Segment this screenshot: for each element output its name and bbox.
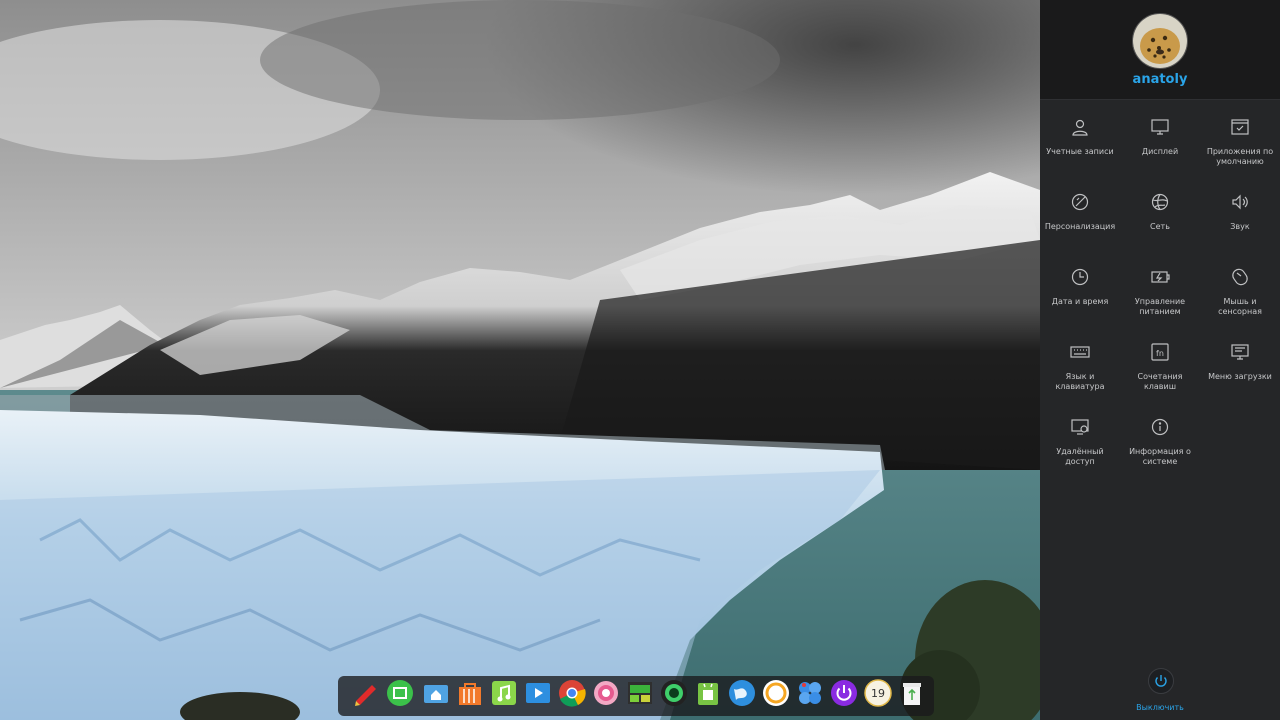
battery-icon [1150,267,1170,287]
shop-icon[interactable] [456,679,484,707]
calendar-day-text: 19 [871,687,885,700]
settings-item-sound[interactable]: Звук [1200,188,1280,263]
settings-item-label: Меню загрузки [1208,372,1272,381]
launcher-icon[interactable] [352,679,380,707]
settings-item-label: Мышь и сенсорная [1218,297,1262,316]
settings-item-label: Сеть [1150,222,1170,231]
avatar[interactable] [1132,13,1188,69]
calendar-icon[interactable]: 19 [864,679,892,707]
settings-item-boot-menu[interactable]: Меню загрузки [1200,338,1280,413]
fn-key-icon: fn [1150,342,1170,362]
power-icon [1155,675,1167,687]
settings-item-label: Сочетания клавиш [1137,372,1183,391]
settings-flower-icon[interactable] [592,679,620,707]
user-icon [1070,117,1090,137]
boot-menu-icon [1230,342,1250,362]
settings-item-label: Персонализация [1044,222,1116,231]
settings-item-label: Учетные записи [1046,147,1114,156]
username[interactable]: anatoly [1040,72,1280,87]
settings-item-personalization[interactable]: Персонализация [1040,188,1120,263]
store-icon[interactable] [386,679,414,707]
settings-item-label: Информация о системе [1129,447,1191,466]
settings-item-shortcuts[interactable]: fn Сочетания клавиш [1120,338,1200,413]
desktop-wallpaper [0,0,1040,720]
android-icon[interactable] [694,679,722,707]
settings-item-default-apps[interactable]: Приложения по умолчанию [1200,113,1280,188]
settings-item-label: Дата и время [1051,297,1109,306]
clock-icon [1070,267,1090,287]
mouse-icon [1230,267,1250,287]
monitor-icon [1150,117,1170,137]
settings-item-display[interactable]: Дисплей [1120,113,1200,188]
settings-item-mouse-touchpad[interactable]: Мышь и сенсорная [1200,263,1280,338]
dock: 19 [338,676,934,716]
settings-item-label: Приложения по умолчанию [1206,147,1274,166]
chrome-icon[interactable] [558,679,586,707]
music-icon[interactable] [490,679,518,707]
switcher-icon[interactable] [796,679,824,707]
settings-item-power-management[interactable]: Управление питанием [1120,263,1200,338]
default-apps-icon [1230,117,1250,137]
dock-power-icon[interactable] [830,679,858,707]
settings-item-date-time[interactable]: Дата и время [1040,263,1120,338]
settings-item-remote-access[interactable]: Удалённый доступ [1040,413,1120,488]
settings-item-system-info[interactable]: Информация о системе [1120,413,1200,488]
svg-text:fn: fn [1156,349,1164,358]
palette-icon [1070,192,1090,212]
video-icon[interactable] [524,679,552,707]
remote-access-icon [1070,417,1090,437]
settings-item-label: Управление питанием [1134,297,1186,316]
control-center-panel: anatoly Учетные записи Дисплей Приложени… [1040,0,1280,720]
power-label[interactable]: Выключить [1040,703,1280,712]
speaker-icon [1230,192,1250,212]
settings-item-label: Дисплей [1141,147,1179,156]
camera-icon[interactable] [660,679,688,707]
info-icon [1150,417,1170,437]
settings-item-label: Удалённый доступ [1056,447,1104,466]
browser-globe-icon[interactable] [728,679,756,707]
terminal-icon[interactable] [626,679,654,707]
settings-item-keyboard[interactable]: Язык и клавиатура [1040,338,1120,413]
power-button[interactable] [1148,668,1174,694]
settings-item-network[interactable]: Сеть [1120,188,1200,263]
settings-item-accounts[interactable]: Учетные записи [1040,113,1120,188]
settings-item-label: Язык и клавиатура [1055,372,1105,391]
trash-icon[interactable] [898,679,926,707]
globe-icon [1150,192,1170,212]
keyboard-icon [1070,342,1090,362]
settings-item-label: Звук [1230,222,1250,231]
power-area: Выключить [1040,664,1280,720]
file-manager-icon[interactable] [422,679,450,707]
user-header: anatoly [1040,0,1280,100]
ring-app-icon[interactable] [762,679,790,707]
